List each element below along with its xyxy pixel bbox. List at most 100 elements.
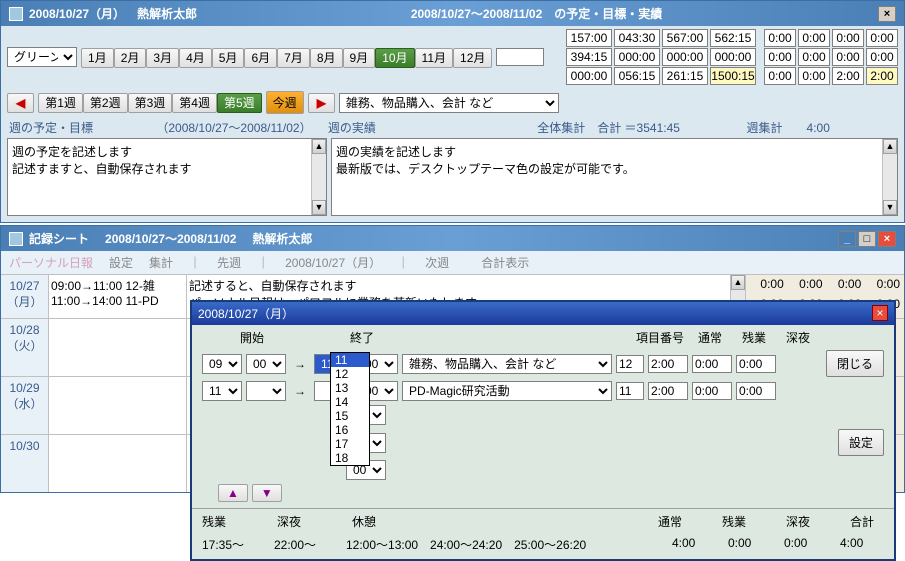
col-overtime: 残業 <box>732 329 776 346</box>
prev-button[interactable]: ◀ <box>7 93 34 113</box>
dropdown-option[interactable]: 16 <box>331 423 369 437</box>
plan-header: 週の予定・目標 <box>9 121 93 135</box>
menu-item: ｜ <box>257 254 269 271</box>
item-number-input[interactable] <box>616 355 644 373</box>
entry-row: 11→00PD-Magic研究活動 <box>192 379 894 403</box>
time-input-o[interactable] <box>692 382 732 400</box>
time-cell: 394:15 <box>566 48 612 66</box>
result-header: 週の実績 <box>328 121 376 135</box>
menu-item[interactable]: パーソナル日報 <box>9 254 93 271</box>
menu-item[interactable]: 集計 <box>149 254 173 271</box>
arrow-icon: → <box>294 384 306 398</box>
dropdown-option[interactable]: 18 <box>331 451 369 465</box>
dropdown-option[interactable]: 17 <box>331 437 369 451</box>
time-input-l[interactable] <box>736 382 776 400</box>
result-textarea[interactable]: 週の実績を記述します 最新版では、デスクトップテーマ色の設定が可能です。 ▲▼ <box>331 138 898 216</box>
dropdown-option[interactable]: 12 <box>331 367 369 381</box>
col-start: 開始 <box>202 329 302 346</box>
dropdown-option[interactable]: 13 <box>331 381 369 395</box>
title-bar-2: 記録シート 2008/10/27～2008/11/02 熱解析太郎 _ □ × <box>1 226 904 251</box>
month-button-7[interactable]: 7月 <box>277 48 310 68</box>
title-range-2: 2008/10/27～2008/11/02 <box>105 230 236 247</box>
menu-item[interactable]: 先週 <box>217 254 241 271</box>
this-week-button[interactable]: 今週 <box>266 91 304 114</box>
time-cell: 2:00 <box>866 67 898 85</box>
time-cell: 0:00 <box>866 29 898 47</box>
close-button-2[interactable]: × <box>878 231 896 247</box>
category-select[interactable]: 雑務、物品購入、会計 など <box>339 93 559 113</box>
day-schedule[interactable] <box>49 435 187 492</box>
title-user-2: 熱解析太郎 <box>252 230 312 247</box>
month-button-5[interactable]: 5月 <box>212 48 245 68</box>
val-normal-total: 4:00 <box>672 536 716 553</box>
entry-row: 00設定 <box>192 427 894 458</box>
move-down-button[interactable]: ▼ <box>252 484 282 502</box>
move-up-button[interactable]: ▲ <box>218 484 248 502</box>
month-button-3[interactable]: 3月 <box>146 48 179 68</box>
item-select[interactable]: 雑務、物品購入、会計 など <box>402 354 612 374</box>
menu-item: ｜ <box>397 254 409 271</box>
week-button-3[interactable]: 第3週 <box>128 93 173 113</box>
time-input-l[interactable] <box>736 355 776 373</box>
maximize-button[interactable]: □ <box>858 231 876 247</box>
dialog-close-button[interactable]: × <box>872 305 888 321</box>
scrollbar[interactable]: ▲▼ <box>311 139 326 215</box>
week-button-2[interactable]: 第2週 <box>83 93 128 113</box>
plan-range: （2008/10/27～2008/11/02） <box>156 121 311 135</box>
dropdown-option[interactable]: 11 <box>331 353 369 367</box>
start-min-select[interactable]: 00 <box>246 354 286 374</box>
month-button-9[interactable]: 9月 <box>343 48 376 68</box>
menu-item[interactable]: 次週 <box>425 254 449 271</box>
time-input-n[interactable] <box>648 382 688 400</box>
dialog-titlebar: 2008/10/27（月） × <box>192 302 894 325</box>
time-cell: 1500:15 <box>710 67 756 85</box>
month-button-8[interactable]: 8月 <box>310 48 343 68</box>
dialog-title: 2008/10/27（月） <box>198 305 294 322</box>
next-button[interactable]: ▶ <box>308 93 335 113</box>
scrollbar[interactable]: ▲▼ <box>882 139 897 215</box>
day-schedule[interactable] <box>49 319 187 376</box>
month-button-11[interactable]: 11月 <box>415 48 453 68</box>
minimize-button[interactable]: _ <box>838 231 856 247</box>
schedule-window: 2008/10/27（月） 熱解析太郎 2008/10/27～2008/11/0… <box>0 0 905 223</box>
time-cell: 0:00 <box>832 29 864 47</box>
time-cell: 0:00 <box>866 48 898 66</box>
month-button-4[interactable]: 4月 <box>179 48 212 68</box>
dialog-close-inner-button[interactable]: 閉じる <box>826 350 884 377</box>
start-min-select[interactable] <box>246 381 286 401</box>
day-schedule[interactable]: 09:00→11:00 12-雑11:00→14:00 11-PD <box>49 275 187 318</box>
menu-item[interactable]: 2008/10/27（月） <box>285 254 381 271</box>
item-number-input[interactable] <box>616 382 644 400</box>
dropdown-option[interactable]: 14 <box>331 395 369 409</box>
app-icon <box>9 232 23 246</box>
menu-item: ｜ <box>189 254 201 271</box>
menu-item[interactable]: 設定 <box>109 254 133 271</box>
plan-textarea[interactable]: 週の予定を記述します 記述すますと、自動保存されます ▲▼ <box>7 138 327 216</box>
time-cell: 0:00 <box>764 67 796 85</box>
start-hour-select[interactable]: 09 <box>202 354 242 374</box>
week-button-4[interactable]: 第4週 <box>172 93 217 113</box>
day-label: 10/28（火） <box>1 319 49 376</box>
week-button-1[interactable]: 第1週 <box>38 93 83 113</box>
month-button-12[interactable]: 12月 <box>453 48 492 68</box>
total-summary: 全体集計 合計 ＝3541:45 <box>537 121 680 135</box>
month-button-10[interactable]: 10月 <box>375 48 414 68</box>
start-hour-select[interactable]: 11 <box>202 381 242 401</box>
day-label: 10/29（水） <box>1 377 49 434</box>
item-select[interactable]: PD-Magic研究活動 <box>402 381 612 401</box>
time-input-o[interactable] <box>692 355 732 373</box>
month-button-6[interactable]: 6月 <box>244 48 277 68</box>
label-overtime: 残業 <box>202 513 257 530</box>
color-select[interactable]: グリーン <box>7 47 77 67</box>
hour-dropdown-list[interactable]: 1112131415161718 <box>330 352 370 466</box>
dialog-settings-button[interactable]: 設定 <box>838 429 884 456</box>
close-button[interactable]: × <box>878 6 896 22</box>
menu-item[interactable]: 合計表示 <box>481 254 529 271</box>
day-schedule[interactable] <box>49 377 187 434</box>
month-button-2[interactable]: 2月 <box>114 48 147 68</box>
dropdown-option[interactable]: 15 <box>331 409 369 423</box>
year-input[interactable] <box>496 48 544 66</box>
time-input-n[interactable] <box>648 355 688 373</box>
week-button-5[interactable]: 第5週 <box>217 93 262 113</box>
month-button-1[interactable]: 1月 <box>81 48 114 68</box>
